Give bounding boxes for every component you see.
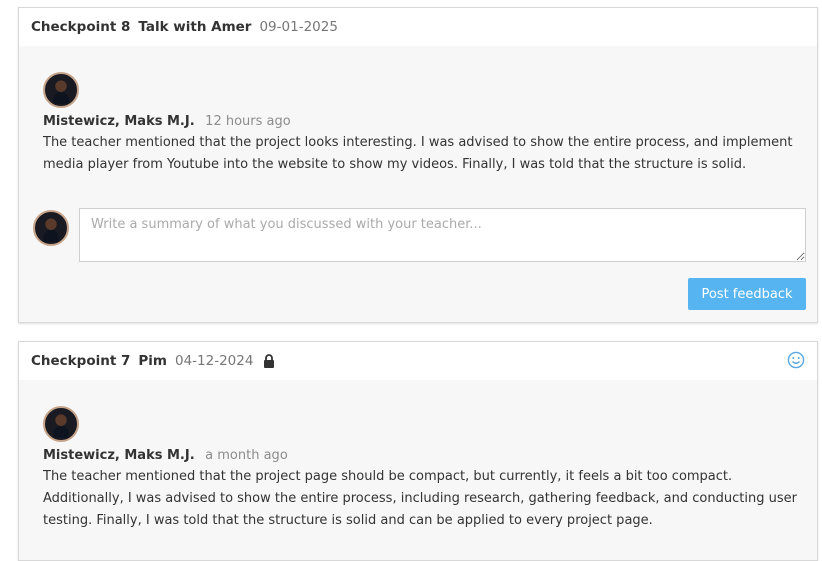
lock-icon	[263, 354, 275, 368]
checkpoint-date: 09-01-2025	[259, 19, 338, 35]
smile-icon[interactable]	[787, 351, 805, 373]
checkpoint-header: Checkpoint 7 Pim 04-12-2024	[19, 342, 817, 380]
feedback-text: The teacher mentioned that the project l…	[43, 135, 793, 172]
composer-avatar	[33, 210, 69, 246]
avatar	[43, 406, 79, 442]
feedback-author: Mistewicz, Maks M.J. a month ago	[43, 448, 288, 463]
checkpoint-header: Checkpoint 8 Talk with Amer 09-01-2025	[19, 8, 817, 46]
checkpoint-title: Pim	[138, 353, 167, 369]
feedback-author: Mistewicz, Maks M.J. 12 hours ago	[43, 114, 291, 129]
checkpoint-date: 04-12-2024	[174, 353, 254, 369]
checkpoint-card: Checkpoint 7 Pim 04-12-2024 Mistewicz, M…	[18, 341, 818, 561]
feedback-time: 12 hours ago	[205, 114, 291, 129]
feedback-time: a month ago	[205, 448, 288, 463]
post-feedback-button[interactable]: Post feedback	[688, 278, 806, 310]
feedback-text: The teacher mentioned that the project p…	[43, 469, 797, 528]
checkpoint-label: Checkpoint 8	[31, 19, 131, 35]
avatar	[43, 72, 79, 108]
checkpoint-card: Checkpoint 8 Talk with Amer 09-01-2025 M…	[18, 7, 818, 323]
author-name: Mistewicz, Maks M.J.	[43, 114, 195, 129]
author-name: Mistewicz, Maks M.J.	[43, 448, 195, 463]
summary-input[interactable]	[79, 208, 806, 262]
checkpoint-title: Talk with Amer	[138, 19, 252, 35]
checkpoint-label: Checkpoint 7	[31, 353, 131, 369]
